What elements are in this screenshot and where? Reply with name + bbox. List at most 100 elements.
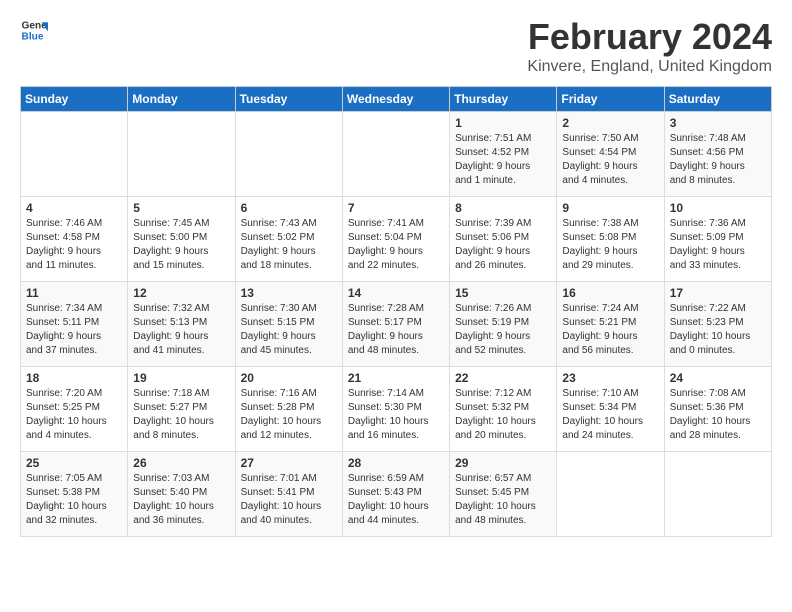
day-number: 26 <box>133 456 229 470</box>
calendar-cell: 22Sunrise: 7:12 AM Sunset: 5:32 PM Dayli… <box>450 367 557 452</box>
svg-text:General: General <box>22 20 48 31</box>
day-number: 11 <box>26 286 122 300</box>
calendar-cell: 26 Sunrise: 7:03 AM Sunset: 5:40 PM Dayli… <box>128 452 235 537</box>
day-number: 5 <box>133 201 229 215</box>
calendar-cell: 19 Sunrise: 7:18 AM Sunset: 5:27 PM Dayli… <box>128 367 235 452</box>
day-info: Sunrise: 7:38 AM Sunset: 5:08 PM Dayligh… <box>562 217 658 273</box>
title-block: February 2024 Kinvere, England, United K… <box>527 16 772 76</box>
calendar-cell <box>235 112 342 197</box>
day-info: Sunrise: 7:43 AM Sunset: 5:02 PM Dayligh… <box>241 217 337 273</box>
calendar-cell: 7Sunrise: 7:41 AM Sunset: 5:04 PM Daylig… <box>342 197 449 282</box>
day-info: Sunrise: 7:34 AM Sunset: 5:11 PM Dayligh… <box>26 302 122 358</box>
calendar-week: 18 Sunrise: 7:20 AM Sunset: 5:25 PM Dayli… <box>21 367 772 452</box>
day-info: Sunrise: 7:46 AM Sunset: 4:58 PM Dayligh… <box>26 217 122 273</box>
calendar-cell: 8 Sunrise: 7:39 AM Sunset: 5:06 PM Daylig… <box>450 197 557 282</box>
day-number: 10 <box>670 201 766 215</box>
day-info: Sunrise: 7:22 AM Sunset: 5:23 PM Dayligh… <box>670 302 766 358</box>
calendar-cell <box>21 112 128 197</box>
month-title: February 2024 <box>527 16 772 58</box>
weekday-cell: Monday <box>128 87 235 112</box>
day-info: Sunrise: 7:18 AM Sunset: 5:27 PM Dayligh… <box>133 387 229 443</box>
day-number: 19 <box>133 371 229 385</box>
calendar-cell <box>664 452 771 537</box>
calendar-body: 1 Sunrise: 7:51 AM Sunset: 4:52 PM Daylig… <box>21 112 772 537</box>
calendar-cell <box>557 452 664 537</box>
calendar-cell: 1 Sunrise: 7:51 AM Sunset: 4:52 PM Daylig… <box>450 112 557 197</box>
day-number: 9 <box>562 201 658 215</box>
calendar-cell: 2 Sunrise: 7:50 AM Sunset: 4:54 PM Daylig… <box>557 112 664 197</box>
calendar-week: 25Sunrise: 7:05 AM Sunset: 5:38 PM Dayli… <box>21 452 772 537</box>
day-number: 21 <box>348 371 444 385</box>
day-info: Sunrise: 7:10 AM Sunset: 5:34 PM Dayligh… <box>562 387 658 443</box>
day-info: Sunrise: 7:39 AM Sunset: 5:06 PM Dayligh… <box>455 217 551 273</box>
calendar-cell: 28 Sunrise: 6:59 AM Sunset: 5:43 PM Dayli… <box>342 452 449 537</box>
calendar-cell: 24 Sunrise: 7:08 AM Sunset: 5:36 PM Dayli… <box>664 367 771 452</box>
day-number: 3 <box>670 116 766 130</box>
day-info: Sunrise: 7:08 AM Sunset: 5:36 PM Dayligh… <box>670 387 766 443</box>
day-number: 12 <box>133 286 229 300</box>
calendar-cell: 25Sunrise: 7:05 AM Sunset: 5:38 PM Dayli… <box>21 452 128 537</box>
calendar-cell: 21 Sunrise: 7:14 AM Sunset: 5:30 PM Dayli… <box>342 367 449 452</box>
calendar-cell: 16Sunrise: 7:24 AM Sunset: 5:21 PM Dayli… <box>557 282 664 367</box>
day-info: Sunrise: 7:20 AM Sunset: 5:25 PM Dayligh… <box>26 387 122 443</box>
day-number: 8 <box>455 201 551 215</box>
day-info: Sunrise: 7:26 AM Sunset: 5:19 PM Dayligh… <box>455 302 551 358</box>
calendar-cell <box>128 112 235 197</box>
calendar-cell: 11 Sunrise: 7:34 AM Sunset: 5:11 PM Dayli… <box>21 282 128 367</box>
day-number: 20 <box>241 371 337 385</box>
day-number: 29 <box>455 456 551 470</box>
calendar-cell: 17 Sunrise: 7:22 AM Sunset: 5:23 PM Dayli… <box>664 282 771 367</box>
calendar-cell: 12Sunrise: 7:32 AM Sunset: 5:13 PM Dayli… <box>128 282 235 367</box>
weekday-header: SundayMondayTuesdayWednesdayThursdayFrid… <box>21 87 772 112</box>
day-info: Sunrise: 7:45 AM Sunset: 5:00 PM Dayligh… <box>133 217 229 273</box>
day-info: Sunrise: 7:30 AM Sunset: 5:15 PM Dayligh… <box>241 302 337 358</box>
weekday-cell: Saturday <box>664 87 771 112</box>
calendar-cell: 18 Sunrise: 7:20 AM Sunset: 5:25 PM Dayli… <box>21 367 128 452</box>
calendar-cell: 15Sunrise: 7:26 AM Sunset: 5:19 PM Dayli… <box>450 282 557 367</box>
calendar-cell: 14Sunrise: 7:28 AM Sunset: 5:17 PM Dayli… <box>342 282 449 367</box>
calendar-week: 4 Sunrise: 7:46 AM Sunset: 4:58 PM Daylig… <box>21 197 772 282</box>
day-info: Sunrise: 7:01 AM Sunset: 5:41 PM Dayligh… <box>241 472 337 528</box>
day-info: Sunrise: 7:16 AM Sunset: 5:28 PM Dayligh… <box>241 387 337 443</box>
weekday-cell: Tuesday <box>235 87 342 112</box>
calendar-cell: 20 Sunrise: 7:16 AM Sunset: 5:28 PM Dayli… <box>235 367 342 452</box>
day-info: Sunrise: 7:14 AM Sunset: 5:30 PM Dayligh… <box>348 387 444 443</box>
day-info: Sunrise: 7:51 AM Sunset: 4:52 PM Dayligh… <box>455 132 551 188</box>
day-info: Sunrise: 6:57 AM Sunset: 5:45 PM Dayligh… <box>455 472 551 528</box>
day-number: 1 <box>455 116 551 130</box>
svg-text:Blue: Blue <box>22 31 44 42</box>
day-number: 17 <box>670 286 766 300</box>
logo-icon: General Blue <box>20 16 48 44</box>
day-number: 18 <box>26 371 122 385</box>
day-number: 4 <box>26 201 122 215</box>
day-info: Sunrise: 6:59 AM Sunset: 5:43 PM Dayligh… <box>348 472 444 528</box>
calendar-cell: 29 Sunrise: 6:57 AM Sunset: 5:45 PM Dayli… <box>450 452 557 537</box>
calendar-cell: 5 Sunrise: 7:45 AM Sunset: 5:00 PM Daylig… <box>128 197 235 282</box>
day-info: Sunrise: 7:41 AM Sunset: 5:04 PM Dayligh… <box>348 217 444 273</box>
weekday-cell: Sunday <box>21 87 128 112</box>
day-info: Sunrise: 7:48 AM Sunset: 4:56 PM Dayligh… <box>670 132 766 188</box>
day-number: 13 <box>241 286 337 300</box>
day-info: Sunrise: 7:03 AM Sunset: 5:40 PM Dayligh… <box>133 472 229 528</box>
calendar-cell: 13 Sunrise: 7:30 AM Sunset: 5:15 PM Dayli… <box>235 282 342 367</box>
calendar-cell: 10Sunrise: 7:36 AM Sunset: 5:09 PM Dayli… <box>664 197 771 282</box>
calendar-cell: 3 Sunrise: 7:48 AM Sunset: 4:56 PM Daylig… <box>664 112 771 197</box>
day-number: 24 <box>670 371 766 385</box>
day-info: Sunrise: 7:50 AM Sunset: 4:54 PM Dayligh… <box>562 132 658 188</box>
day-number: 6 <box>241 201 337 215</box>
day-info: Sunrise: 7:24 AM Sunset: 5:21 PM Dayligh… <box>562 302 658 358</box>
logo: General Blue <box>20 16 48 44</box>
day-number: 27 <box>241 456 337 470</box>
calendar-cell: 9 Sunrise: 7:38 AM Sunset: 5:08 PM Daylig… <box>557 197 664 282</box>
day-number: 28 <box>348 456 444 470</box>
calendar-cell: 4 Sunrise: 7:46 AM Sunset: 4:58 PM Daylig… <box>21 197 128 282</box>
calendar-week: 1 Sunrise: 7:51 AM Sunset: 4:52 PM Daylig… <box>21 112 772 197</box>
weekday-cell: Wednesday <box>342 87 449 112</box>
weekday-cell: Friday <box>557 87 664 112</box>
day-info: Sunrise: 7:05 AM Sunset: 5:38 PM Dayligh… <box>26 472 122 528</box>
calendar-cell: 27 Sunrise: 7:01 AM Sunset: 5:41 PM Dayli… <box>235 452 342 537</box>
location-title: Kinvere, England, United Kingdom <box>527 58 772 76</box>
day-number: 22 <box>455 371 551 385</box>
weekday-cell: Thursday <box>450 87 557 112</box>
day-number: 2 <box>562 116 658 130</box>
